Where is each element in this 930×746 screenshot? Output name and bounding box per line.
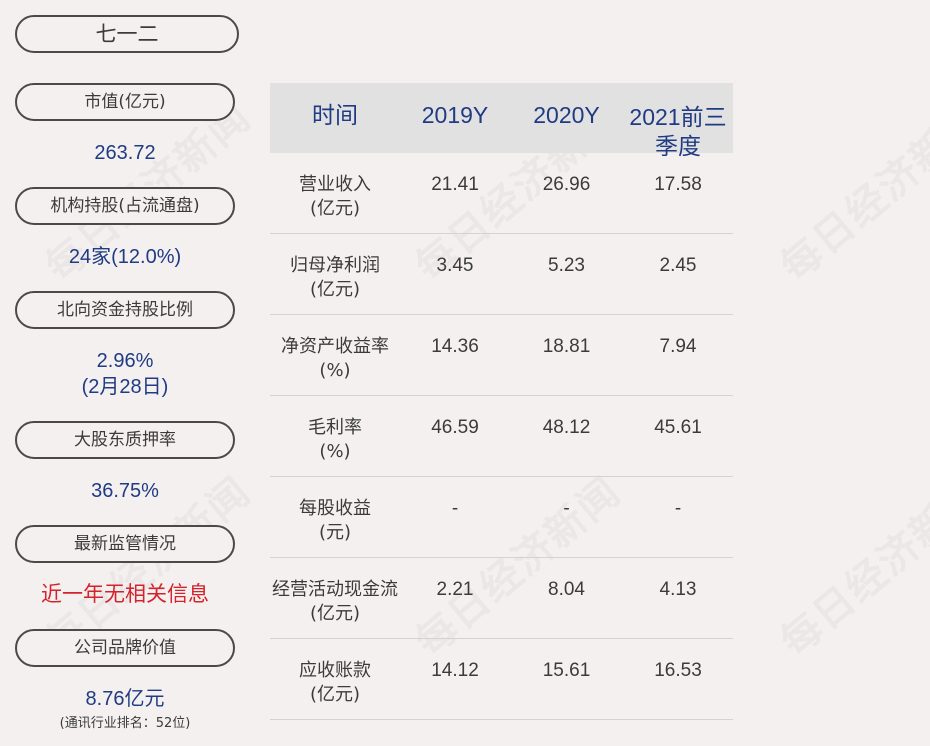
cell-2021: - xyxy=(674,498,682,519)
row-label: 净资产收益率 (%) xyxy=(281,336,389,381)
table-row: 归母净利润 (亿元) 3.45 5.23 2.45 xyxy=(270,234,733,315)
cell-2021: 17.58 xyxy=(654,174,702,195)
market-cap-value: 263.72 xyxy=(94,142,156,164)
cell-2020: 48.12 xyxy=(542,417,591,438)
cell-2019: 3.45 xyxy=(436,255,474,276)
cell-2020: 8.04 xyxy=(548,579,585,600)
table-row: 每股收益 (元) - - - xyxy=(270,477,733,558)
cell-2020: 5.23 xyxy=(548,255,585,276)
table-row: 毛利率 (%) 46.59 48.12 45.61 xyxy=(270,396,733,477)
table-row: 净资产收益率 (%) 14.36 18.81 7.94 xyxy=(270,315,733,396)
row-label: 毛利率 (%) xyxy=(308,417,362,462)
cell-2021: 2.45 xyxy=(659,255,697,276)
cell-2021: 16.53 xyxy=(654,660,702,681)
cell-2020: 26.96 xyxy=(542,174,591,195)
regulation-label: 最新监管情况 xyxy=(15,525,235,563)
cell-2019: 14.36 xyxy=(431,336,479,357)
market-cap-label: 市值(亿元) xyxy=(15,83,235,121)
cell-2020: 18.81 xyxy=(542,336,591,357)
northbound-holding-label: 北向资金持股比例 xyxy=(15,291,235,329)
row-label: 应收账款 (亿元) xyxy=(299,660,371,705)
row-label: 归母净利润 (亿元) xyxy=(290,255,380,300)
table-row: 营业收入 (亿元) 21.41 26.96 17.58 xyxy=(270,153,733,234)
brand-rank: (通讯行业排名：52位) xyxy=(59,716,191,731)
table-header: 时间 2019Y 2020Y 2021前三季度 xyxy=(270,83,733,159)
cell-2019: 14.12 xyxy=(431,660,479,681)
pledge-ratio-label: 大股东质押率 xyxy=(15,421,235,459)
cell-2020: - xyxy=(563,498,570,519)
table-row: 经营活动现金流 (亿元) 2.21 8.04 4.13 xyxy=(270,558,733,639)
row-label: 每股收益 (元) xyxy=(299,498,371,543)
financial-table: 时间 2019Y 2020Y 2021前三季度 营业收入 (亿元) 21.41 … xyxy=(270,83,733,720)
northbound-holding-value: 2.96% xyxy=(96,350,154,372)
northbound-holding-date: (2月28日) xyxy=(81,376,169,398)
cell-2021: 4.13 xyxy=(659,579,697,600)
row-label: 经营活动现金流 (亿元) xyxy=(272,579,398,624)
header-2020: 2020Y xyxy=(533,102,600,128)
cell-2020: 15.61 xyxy=(542,660,591,681)
table-row: 应收账款 (亿元) 14.12 15.61 16.53 xyxy=(270,639,733,720)
row-label: 营业收入 (亿元) xyxy=(299,174,371,219)
brand-value-label: 公司品牌价值 xyxy=(15,629,235,667)
institutional-holding-label: 机构持股(占流通盘) xyxy=(15,187,235,225)
header-period: 时间 xyxy=(312,102,358,128)
regulation-value: 近一年无相关信息 xyxy=(41,583,209,606)
cell-2021: 7.94 xyxy=(659,336,697,357)
cell-2021: 45.61 xyxy=(654,417,702,438)
cell-2019: - xyxy=(451,498,459,519)
cell-2019: 21.41 xyxy=(431,174,479,195)
cell-2019: 2.21 xyxy=(436,579,474,600)
pledge-ratio-value: 36.75% xyxy=(91,480,159,502)
header-2019: 2019Y xyxy=(421,102,489,128)
cell-2019: 46.59 xyxy=(431,417,479,438)
table-body: 营业收入 (亿元) 21.41 26.96 17.58 归母净利润 (亿元) 3… xyxy=(270,153,733,720)
institutional-holding-value: 24家(12.0%) xyxy=(68,246,182,268)
watermark: 每日经济新闻 xyxy=(772,468,930,666)
brand-value: 8.76亿元 xyxy=(85,688,165,710)
company-name: 七一二 xyxy=(15,15,239,53)
watermark: 每日经济新闻 xyxy=(772,93,930,291)
